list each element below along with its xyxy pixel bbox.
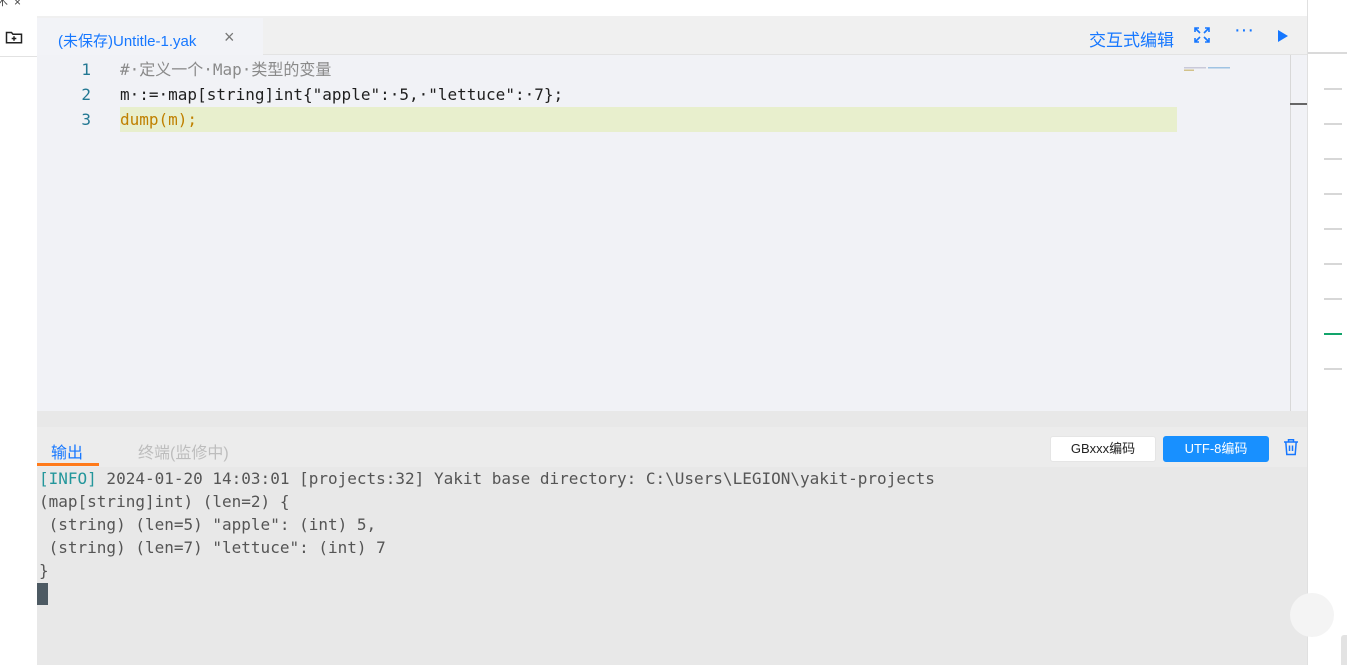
close-icon[interactable]: × <box>224 27 235 48</box>
console-line: (map[string]int) (len=2) { <box>39 492 290 511</box>
output-panel-header: 输出 终端(监修中) GBxxx编码 UTF-8编码 <box>37 427 1307 468</box>
more-icon[interactable]: ··· <box>1234 19 1254 42</box>
interactive-edit-button[interactable]: 交互式编辑 <box>1089 26 1174 51</box>
right-side-strip <box>1290 0 1347 665</box>
code-text: #·定义一个·Map·类型的变量 <box>120 60 332 79</box>
code-line-1[interactable]: 1 #·定义一个·Map·类型的变量 <box>37 57 1177 82</box>
top-strip <box>37 0 1307 16</box>
rail-top-tab-label: 术 <box>0 0 8 8</box>
fullscreen-icon[interactable] <box>1194 27 1210 48</box>
code-text: m·:=·map[string]int{"apple":·5,·"lettuce… <box>120 85 564 104</box>
left-rail: 术 × <box>0 0 38 665</box>
overview-tick <box>1324 158 1342 160</box>
folder-add-icon[interactable] <box>5 29 23 45</box>
line-number: 3 <box>81 110 91 129</box>
info-message: 2024-01-20 14:03:01 [projects:32] Yakit … <box>96 469 935 488</box>
rail-top-tab[interactable]: 术 × <box>0 0 37 12</box>
overview-tick <box>1324 368 1342 370</box>
close-icon[interactable]: × <box>14 0 21 8</box>
trash-icon[interactable] <box>1283 438 1299 461</box>
info-tag: [INFO] <box>39 469 97 488</box>
tab-terminal[interactable]: 终端(监修中) <box>138 439 229 463</box>
run-icon[interactable] <box>1277 29 1289 48</box>
tab-output[interactable]: 输出 <box>51 439 83 463</box>
code-line-3[interactable]: 3 dump(m); <box>37 107 1177 132</box>
minimap[interactable] <box>1184 58 1232 71</box>
code-text: dump(m); <box>120 110 198 129</box>
editor-tabbar: (未保存)Untitle-1.yak × 交互式编辑 ··· <box>37 16 1307 56</box>
corner-scroll-handle[interactable] <box>1341 635 1347 665</box>
utf8-encoding-button[interactable]: UTF-8编码 <box>1163 436 1269 462</box>
console-line: [INFO] 2024-01-20 14:03:01 [projects:32]… <box>39 467 935 490</box>
line-number: 2 <box>81 85 91 104</box>
overview-tick <box>1324 88 1342 90</box>
console-line: (string) (len=7) "lettuce": (int) 7 <box>39 538 386 557</box>
overview-tick-active <box>1324 333 1342 335</box>
editor-scrollbar[interactable] <box>1290 55 1291 411</box>
overview-tick <box>1324 263 1342 265</box>
divider <box>1308 52 1347 54</box>
overview-tick <box>1324 228 1342 230</box>
line-number: 1 <box>81 60 91 79</box>
tab-file-name[interactable]: (未保存)Untitle-1.yak <box>58 30 196 51</box>
rail-divider <box>0 56 37 57</box>
console-line: } <box>39 561 49 580</box>
tab-untitle-1[interactable]: (未保存)Untitle-1.yak × <box>37 18 263 56</box>
console-output[interactable]: [INFO] 2024-01-20 14:03:01 [projects:32]… <box>37 467 1307 665</box>
scrollbar-cursor-mark <box>1290 103 1307 105</box>
tab-output-underline <box>37 463 99 466</box>
code-editor[interactable]: 1 #·定义一个·Map·类型的变量 2 m·:=·map[string]int… <box>37 55 1307 411</box>
terminal-cursor <box>37 583 48 605</box>
gbk-encoding-button[interactable]: GBxxx编码 <box>1050 436 1156 462</box>
overview-tick <box>1324 193 1342 195</box>
overview-tick <box>1324 123 1342 125</box>
console-line: (string) (len=5) "apple": (int) 5, <box>39 515 377 534</box>
panel-splitter[interactable] <box>37 411 1307 427</box>
code-line-2[interactable]: 2 m·:=·map[string]int{"apple":·5,·"lettu… <box>37 82 1177 107</box>
overview-tick <box>1324 298 1342 300</box>
floating-button[interactable] <box>1290 593 1334 637</box>
